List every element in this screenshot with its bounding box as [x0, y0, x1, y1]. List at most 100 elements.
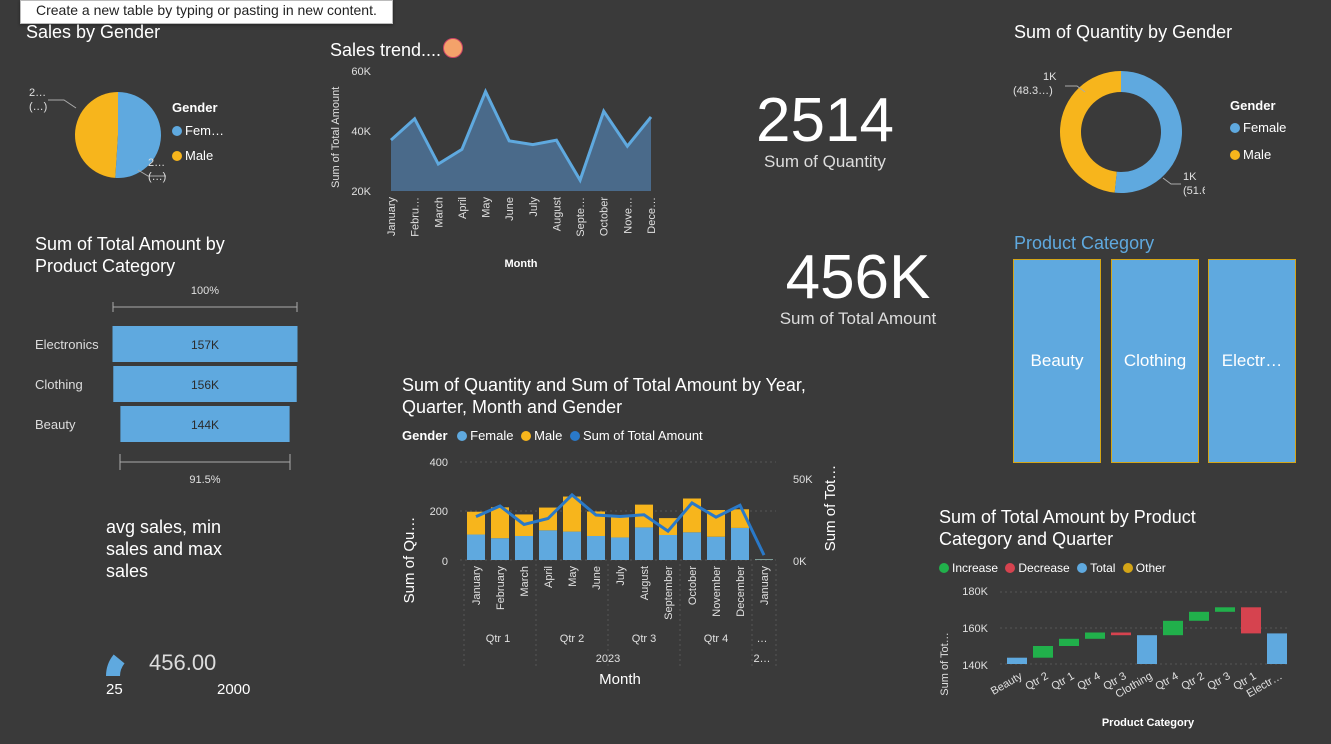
waterfall-title: Sum of Total Amount by Product Category a… [939, 507, 1196, 549]
year-label: 2023 [596, 653, 620, 665]
emoji-icon [443, 38, 464, 58]
donut-label-male: 1K [1043, 71, 1057, 83]
legend-dot [457, 431, 468, 441]
x-tick: July [615, 566, 627, 586]
bar-female [755, 559, 773, 560]
waterfall-bar-increase [1189, 611, 1209, 621]
y-tick: 60K [351, 66, 371, 78]
x-tick: May [567, 566, 579, 587]
tile-clothing[interactable]: Clothing [1111, 259, 1199, 463]
pie-label-top-pct: (…) [29, 101, 47, 113]
x-tick: May [481, 197, 493, 218]
waterfall-chart[interactable]: Sum of Tot… 180K 160K 140K BeautyQtr 2Qt… [930, 580, 1310, 735]
legend-item-female[interactable]: Female [457, 428, 514, 443]
combo-title: Sum of Quantity and Sum of Total Amount … [402, 375, 806, 417]
kpi-quantity-value: 2514 [756, 86, 894, 155]
waterfall-legend: Increase Decrease Total Other [939, 561, 1166, 575]
legend-dot [569, 431, 580, 441]
y-tick-left: 400 [430, 457, 448, 469]
year-label: 2… [753, 653, 770, 665]
waterfall-bar-increase [1085, 632, 1105, 639]
quarter-label: Qtr 4 [704, 633, 728, 645]
legend-item-male[interactable]: Male [521, 428, 562, 443]
gauge-value: 456.00 [149, 650, 216, 675]
tile-electronics[interactable]: Electr… [1208, 259, 1296, 463]
x-tick: July [528, 197, 540, 217]
sales-trend-chart[interactable]: Sum of Total Amount 60K 40K 20K January F… [325, 60, 665, 275]
gauge-chart[interactable]: 456.00 [100, 620, 280, 680]
legend-dot [939, 563, 949, 573]
legend-item-total[interactable]: Sum of Total Amount [569, 428, 703, 443]
bar-female [659, 535, 677, 560]
funnel-bottom-pct: 91.5% [189, 474, 220, 486]
legend-dot [1230, 150, 1240, 160]
y-tick: 140K [962, 660, 988, 672]
pie-leader-line [48, 99, 77, 109]
bar-female [707, 536, 725, 560]
qty-by-gender-title: Sum of Quantity by Gender [1014, 22, 1233, 42]
donut-label-female-pct: (51.6…) [1183, 185, 1205, 197]
y-tick: 20K [351, 186, 371, 198]
gauge-min: 25 [106, 681, 123, 698]
legend-item-decrease[interactable]: Decrease [1005, 561, 1070, 575]
qty-by-gender-donut[interactable]: 1K (48.3…) 1K (51.6…) [1005, 60, 1205, 200]
x-tick: Qtr 2 [1179, 670, 1206, 693]
funnel-bottom-bracket [119, 454, 291, 470]
gauge-max: 2000 [217, 681, 251, 698]
waterfall-bar-total [1007, 657, 1027, 664]
sales-trend-title: Sales trend.... [330, 38, 464, 61]
waterfall-bar-decrease [1111, 632, 1131, 636]
legend-title: Gender [172, 100, 218, 115]
funnel-title: Sum of Total Amount by Product Category [35, 234, 225, 276]
pie-label-bottom: 2… [148, 157, 165, 169]
x-tick: October [687, 566, 699, 605]
y-tick-left: 0 [442, 556, 448, 568]
quarter-label: Qtr 2 [560, 633, 584, 645]
x-tick: Dece… [646, 197, 658, 234]
quarter-label: … [757, 633, 768, 645]
y-axis-label: Sum of Total Amount [330, 87, 342, 188]
funnel-top-pct: 100% [191, 285, 219, 297]
legend-item-male[interactable]: Male [1230, 147, 1271, 162]
x-tick: August [551, 197, 563, 231]
legend-item-total[interactable]: Total [1077, 561, 1115, 575]
legend-item-male[interactable]: Male [172, 148, 213, 163]
x-tick: October [599, 197, 611, 236]
x-tick: March [519, 566, 531, 597]
donut-label-female: 1K [1183, 171, 1197, 183]
y-axis-label: Sum of Tot… [939, 632, 951, 695]
combo-chart[interactable]: Sum of Qu… Sum of Tot… 400 200 0 50K 0K … [398, 448, 848, 693]
x-tick: Qtr 3 [1205, 670, 1232, 693]
x-tick: September [663, 566, 675, 620]
bar-female [611, 537, 629, 560]
waterfall-bar-total [1137, 635, 1157, 664]
legend-item-other[interactable]: Other [1122, 561, 1166, 575]
tile-beauty[interactable]: Beauty [1013, 259, 1101, 463]
waterfall-bar-total [1267, 633, 1287, 664]
donut-label-male-pct: (48.3…) [1013, 85, 1053, 97]
legend-item-female[interactable]: Fem… [172, 123, 224, 138]
x-tick: December [735, 566, 747, 617]
bar-female [635, 527, 653, 560]
sales-by-gender-pie[interactable]: 2… (…) 2… (…) [20, 80, 280, 190]
y-axis-label-right: Sum of Tot… [822, 465, 839, 551]
pie-slice-male [75, 92, 118, 178]
bar-female [515, 535, 533, 560]
bar-male [611, 516, 629, 538]
funnel-top-bracket [112, 302, 298, 312]
bar-female [683, 532, 701, 560]
legend-item-female[interactable]: Female [1230, 120, 1286, 135]
funnel-chart[interactable]: 100% 157K Electronics 156K Clothing 144K Beau… [25, 280, 315, 490]
y-axis-label-left: Sum of Qu… [401, 517, 418, 604]
kpi-quantity-label: Sum of Quantity [764, 152, 886, 171]
legend-dot [521, 431, 532, 441]
x-axis-label: Month [505, 258, 538, 270]
x-axis-label: Product Category [1102, 717, 1195, 729]
gauge-fill [106, 654, 125, 676]
bar-female [539, 530, 557, 560]
y-tick: 180K [962, 586, 988, 598]
x-tick: January [759, 566, 771, 606]
x-tick: Febru… [410, 197, 422, 237]
legend-item-increase[interactable]: Increase [939, 561, 998, 575]
quarter-label: Qtr 3 [632, 633, 656, 645]
